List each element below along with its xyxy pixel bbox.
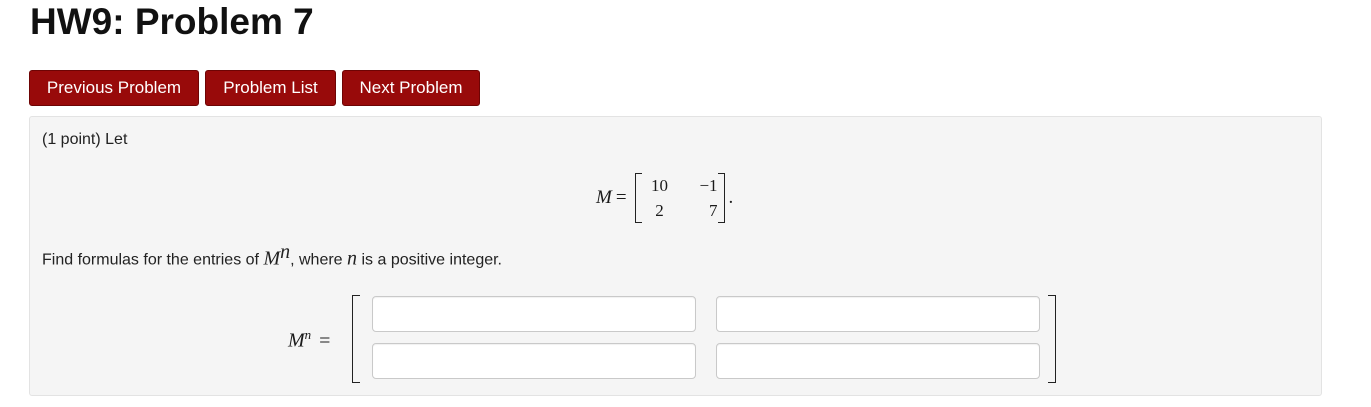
- problem-intro: (1 point) Let: [42, 131, 128, 148]
- matrix-name: M: [596, 187, 612, 208]
- matrix-entry-11: 10: [651, 176, 669, 195]
- matrix-display: M = 10 −1 2 7 .: [596, 171, 733, 225]
- matrix-period: .: [728, 187, 734, 208]
- matrix-right-bracket: [717, 173, 725, 223]
- question-base: M: [263, 247, 281, 270]
- question-prefix: Find formulas for the entries of: [42, 251, 264, 269]
- answer-label: Mn =: [288, 327, 330, 353]
- previous-problem-button[interactable]: Previous Problem: [29, 70, 199, 106]
- next-problem-button[interactable]: Next Problem: [342, 70, 480, 106]
- answer-input-12[interactable]: [716, 296, 1040, 332]
- matrix-entry-12: −1: [699, 176, 718, 195]
- problem-panel: (1 point) Let M = 10 −1 2 7 . Find formu…: [29, 116, 1322, 396]
- answer-label-exponent: n: [304, 327, 312, 342]
- matrix-left-bracket: [634, 173, 642, 223]
- answer-input-11[interactable]: [372, 296, 696, 332]
- answer-input-21[interactable]: [372, 343, 696, 379]
- problem-nav: Previous Problem Problem List Next Probl…: [29, 70, 480, 106]
- question-exponent: n: [280, 241, 291, 263]
- answer-label-equals: =: [319, 329, 331, 352]
- answer-left-bracket: [352, 295, 360, 383]
- answer-input-22[interactable]: [716, 343, 1040, 379]
- problem-question: Find formulas for the entries of Mn, whe…: [42, 241, 502, 270]
- answer-label-base: M: [288, 329, 305, 352]
- matrix-entries: 10 −1 2 7: [642, 173, 718, 223]
- question-variable: n: [347, 247, 358, 270]
- matrix-entry-22: 7: [709, 201, 718, 220]
- matrix-entry-21: 2: [655, 201, 664, 220]
- matrix-equals: =: [615, 187, 627, 208]
- problem-list-button[interactable]: Problem List: [205, 70, 336, 106]
- question-suffix: is a positive integer.: [357, 251, 502, 269]
- answer-right-bracket: [1048, 295, 1056, 383]
- page-title: HW9: Problem 7: [30, 1, 314, 42]
- question-mid: , where: [290, 251, 348, 269]
